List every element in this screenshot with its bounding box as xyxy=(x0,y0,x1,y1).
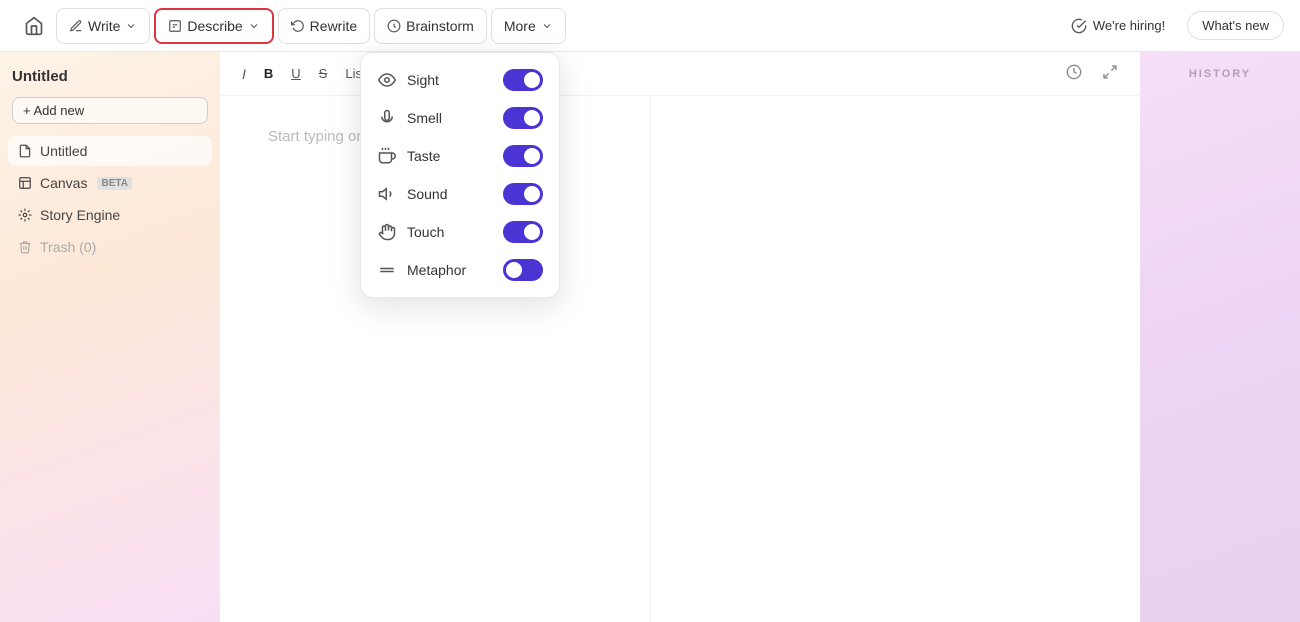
italic-button[interactable]: B xyxy=(258,63,279,84)
sight-icon xyxy=(377,70,397,90)
taste-toggle[interactable] xyxy=(503,145,543,167)
sidebar-item-canvas[interactable]: Canvas BETA xyxy=(8,168,212,198)
dropdown-item-touch[interactable]: Touch xyxy=(361,213,559,251)
touch-toggle[interactable] xyxy=(503,221,543,243)
metaphor-label: Metaphor xyxy=(407,262,466,278)
history-label: HISTORY xyxy=(1189,68,1251,80)
hiring-button[interactable]: We're hiring! xyxy=(1059,12,1177,40)
dropdown-item-smell[interactable]: Smell xyxy=(361,99,559,137)
editor-toolbar: I B U S List Body H1 H2 xyxy=(220,52,1140,96)
sidebar-item-trash-label: Trash (0) xyxy=(40,239,96,255)
main-layout: Untitled + Add new Untitled Canvas BETA … xyxy=(0,52,1300,622)
sidebar-item-story-engine[interactable]: Story Engine xyxy=(8,200,212,230)
describe-dropdown: Sight Smell Taste xyxy=(360,52,560,298)
smell-icon xyxy=(377,108,397,128)
canvas-badge: BETA xyxy=(97,177,131,190)
sidebar-item-story-engine-label: Story Engine xyxy=(40,207,120,223)
sidebar: Untitled + Add new Untitled Canvas BETA … xyxy=(0,52,220,622)
taste-icon xyxy=(377,146,397,166)
rewrite-button[interactable]: Rewrite xyxy=(278,8,370,44)
dropdown-item-sound[interactable]: Sound xyxy=(361,175,559,213)
sidebar-header: Untitled xyxy=(0,68,220,97)
more-button[interactable]: More xyxy=(491,8,566,44)
topbar: Write Describe Rewrite Brainstorm More W xyxy=(0,0,1300,52)
strikethrough-button[interactable]: S xyxy=(313,63,334,84)
topbar-right: We're hiring! What's new xyxy=(1059,11,1284,40)
touch-icon xyxy=(377,222,397,242)
topbar-left: Write Describe Rewrite Brainstorm More xyxy=(16,8,566,44)
describe-button[interactable]: Describe xyxy=(154,8,273,44)
sidebar-item-trash[interactable]: Trash (0) xyxy=(8,232,212,262)
editor-divider xyxy=(650,96,651,622)
home-button[interactable] xyxy=(16,8,52,44)
sound-label: Sound xyxy=(407,186,447,202)
sight-label: Sight xyxy=(407,72,439,88)
smell-label: Smell xyxy=(407,110,442,126)
bold-button[interactable]: I xyxy=(236,63,252,85)
metaphor-toggle[interactable] xyxy=(503,259,543,281)
sound-icon xyxy=(377,184,397,204)
dropdown-item-metaphor[interactable]: Metaphor xyxy=(361,251,559,289)
dropdown-item-sight[interactable]: Sight xyxy=(361,61,559,99)
brainstorm-button[interactable]: Brainstorm xyxy=(374,8,487,44)
right-panel: HISTORY xyxy=(1140,52,1300,622)
sidebar-item-untitled-label: Untitled xyxy=(40,143,87,159)
toolbar-right-icons xyxy=(1060,61,1124,86)
sidebar-item-canvas-label: Canvas xyxy=(40,175,87,191)
sight-toggle[interactable] xyxy=(503,69,543,91)
whats-new-button[interactable]: What's new xyxy=(1187,11,1284,40)
add-new-button[interactable]: + Add new xyxy=(12,97,208,124)
editor-content[interactable]: Start typing or Generate a first draft xyxy=(220,96,1140,622)
touch-label: Touch xyxy=(407,224,444,240)
write-button[interactable]: Write xyxy=(56,8,150,44)
expand-icon-button[interactable] xyxy=(1096,61,1124,86)
history-icon-button[interactable] xyxy=(1060,61,1088,86)
sidebar-title: Untitled xyxy=(12,68,68,85)
metaphor-icon xyxy=(377,260,397,280)
editor-area: I B U S List Body H1 H2 xyxy=(220,52,1140,622)
smell-toggle[interactable] xyxy=(503,107,543,129)
sound-toggle[interactable] xyxy=(503,183,543,205)
underline-button[interactable]: U xyxy=(285,63,306,84)
taste-label: Taste xyxy=(407,148,440,164)
sidebar-nav: Untitled Canvas BETA Story Engine Trash … xyxy=(0,132,220,266)
dropdown-item-taste[interactable]: Taste xyxy=(361,137,559,175)
sidebar-item-untitled[interactable]: Untitled xyxy=(8,136,212,166)
